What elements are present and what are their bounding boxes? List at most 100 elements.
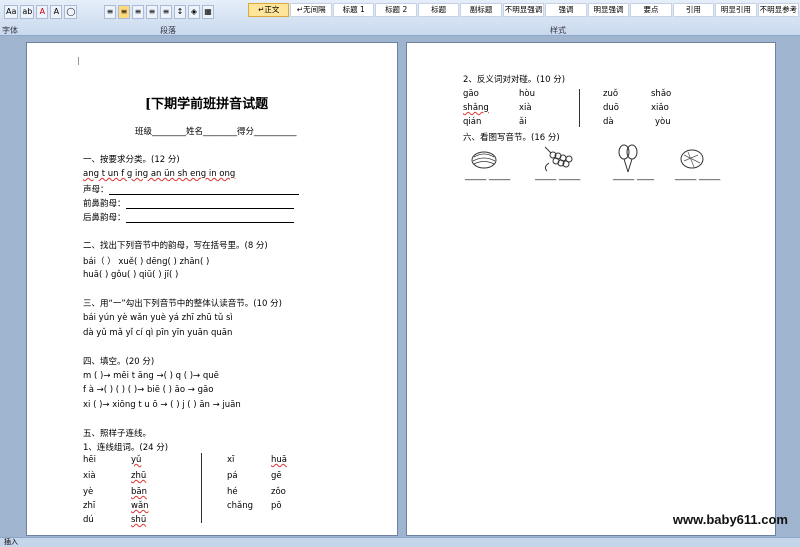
antonym-heading: 2、反义词对对碰。(10 分) (463, 75, 566, 85)
ant-l2-1: hòu (519, 89, 535, 99)
align-center-icon[interactable]: ≡ (118, 5, 130, 19)
match-mid-3: bān (131, 487, 147, 497)
ant-r1-1: zuǒ (603, 89, 619, 99)
document-page-2[interactable]: 2、反义词对对碰。(10 分) gāo shǎng qián hòu xià ǎ… (406, 42, 776, 536)
label-initials: 声母： (83, 185, 109, 195)
group-label-font: 字体 (2, 26, 18, 35)
font-color-button[interactable]: A (36, 5, 49, 19)
change-case-button[interactable]: Aa (4, 5, 19, 19)
match-left-4: zhī (83, 501, 96, 511)
section-3-heading: 三、用“一”勾出下列音节中的整体认读音节。(10 分) (83, 299, 282, 309)
label-back-nasal: 后鼻韵母： (83, 213, 126, 223)
style-no-spacing[interactable]: ↵无间隔 (290, 3, 332, 17)
group-label-styles: 样式 (550, 26, 566, 35)
ant-l2-3: ǎi (519, 117, 527, 127)
section-1-heading: 一、按要求分类。(12 分) (83, 155, 180, 165)
line-spacing-icon[interactable]: ↕ (174, 5, 186, 19)
section-5-heading: 五、照样子连线。 (83, 429, 152, 439)
section-4-heading: 四、填空。(20 分) (83, 357, 155, 367)
distributed-icon[interactable]: ≡ (160, 5, 172, 19)
grapes-picture (544, 146, 573, 172)
ant-r1-2: duō (603, 103, 619, 113)
label-front-nasal: 前鼻韵母： (83, 199, 126, 209)
styles-gallery: ↵正文 ↵无间隔 标题 1 标题 2 标题 副标题 不明显强调 强调 明显强调 … (248, 0, 800, 22)
match-left-5: dú (83, 515, 94, 525)
section-2-row-2: huā( ) gǒu( ) qiū( ) jī( ) (83, 270, 179, 280)
match-r1-1: xī (227, 455, 235, 465)
section-3-row-1: bái yún yè wǎn yuè yá zhī zhū tǔ sì (83, 313, 233, 323)
match-left-3: yè (83, 487, 94, 497)
match-r2-4: pō (271, 501, 282, 511)
match-r2-1: huā (271, 455, 287, 465)
match-left-2: xià (83, 471, 96, 481)
ant-l1-2: shǎng (463, 103, 489, 113)
student-info-line: 班级________姓名________得分__________ (135, 127, 297, 137)
encircle-icon[interactable]: ◯ (64, 5, 78, 19)
answer-blanks-3: _____ ____ (613, 171, 654, 181)
status-bar: 插入 (0, 537, 800, 547)
highlight-button[interactable]: ab (20, 5, 35, 19)
match-r1-4: chǎng (227, 501, 254, 511)
style-title[interactable]: 标题 (417, 3, 460, 17)
answer-blank (108, 187, 299, 195)
style-heading-1[interactable]: 标题 1 (332, 3, 375, 17)
divider-line (201, 453, 202, 523)
style-normal[interactable]: ↵正文 (248, 3, 290, 17)
match-mid-4: wǎn (131, 501, 149, 511)
section-5-subheading: 1、连线组词。(24 分) (83, 443, 169, 453)
divider-line (579, 89, 580, 127)
insert-mode-indicator[interactable]: 插入 (4, 538, 18, 546)
ant-l1-1: gāo (463, 89, 479, 99)
document-page-1[interactable]: [下期学前班拼音试题 班级________姓名________得分_______… (26, 42, 398, 536)
section-4-row-3: xi ( )→ xiōng t u ō → ( ) j ( ) ān → juā… (83, 400, 241, 410)
paragraph-toolbar: ≡ ≡ ≡ ≡ ≡ ↕ ◈ ▦ (104, 5, 214, 19)
balloons-picture (618, 144, 638, 173)
justify-icon[interactable]: ≡ (146, 5, 158, 19)
section-4-row-1: m ( )→ mēi t āng →( ) q ( )→ quē (83, 371, 219, 381)
match-left-1: hēi (83, 455, 96, 465)
align-right-icon[interactable]: ≡ (132, 5, 144, 19)
section-3-row-2: dà yǔ mǎ yǐ cí qì pīn yīn yuān quān (83, 328, 233, 338)
match-mid-5: shū (131, 515, 147, 525)
style-quote[interactable]: 引用 (672, 3, 715, 17)
picture-heading: 六、看图写音节。(16 分) (463, 133, 560, 143)
match-r2-2: gē (271, 471, 282, 481)
ant-r1-3: dà (603, 117, 614, 127)
group-label-paragraph: 段落 (160, 26, 176, 35)
watermark: www.baby611.com (672, 512, 788, 527)
section-1-items: ang t un f g ing an ün sh eng in ong (83, 169, 236, 179)
align-left-icon[interactable]: ≡ (104, 5, 116, 19)
style-heading-2[interactable]: 标题 2 (375, 3, 417, 17)
border-icon[interactable]: ▦ (202, 5, 214, 19)
match-mid-1: yǔ (131, 455, 142, 465)
section-2-heading: 二、找出下列音节中的韵母，写在括号里。(8 分) (83, 241, 268, 251)
match-r1-2: pá (227, 471, 238, 481)
shading-icon[interactable]: ◈ (188, 5, 200, 19)
ant-r2-3: yòu (655, 117, 671, 127)
answer-blanks-2: _____ _____ (535, 171, 581, 181)
char-shading-button[interactable]: A (50, 5, 63, 19)
ribbon: Aa ab A A ◯ ≡ ≡ ≡ ≡ ≡ ↕ ◈ ▦ 字体 段落 样式 ↵正文… (0, 0, 800, 36)
ant-l2-2: xià (519, 103, 532, 113)
match-r2-3: zǒo (271, 487, 286, 497)
style-intense-emphasis[interactable]: 明显强调 (587, 3, 630, 17)
ant-l1-3: qián (463, 117, 482, 127)
answer-blank (125, 215, 294, 223)
page-title: [下期学前班拼音试题 (145, 97, 269, 112)
style-intense-quote[interactable]: 明显引用 (715, 3, 757, 17)
answer-blanks-1: _____ _____ (465, 171, 511, 181)
bowl-picture (680, 149, 704, 169)
style-emphasis[interactable]: 强调 (545, 3, 587, 17)
answer-blank (125, 201, 294, 209)
section-1-line-1: 声母： (83, 183, 299, 195)
style-subtle-reference[interactable]: 不明显参考 (757, 3, 800, 17)
section-1-line-3: 后鼻韵母： (83, 211, 294, 223)
style-subtle-emphasis[interactable]: 不明显强调 (502, 3, 545, 17)
match-r1-3: hé (227, 487, 238, 497)
style-strong[interactable]: 要点 (630, 3, 672, 17)
style-subtitle[interactable]: 副标题 (460, 3, 502, 17)
match-mid-2: zhū (131, 471, 147, 481)
font-toolbar: Aa ab A A ◯ (4, 5, 78, 19)
section-2-row-1: bái（ ） xuě( ) dēng( ) zhān( ) (83, 257, 210, 267)
ant-r2-2: xiǎo (651, 103, 669, 113)
